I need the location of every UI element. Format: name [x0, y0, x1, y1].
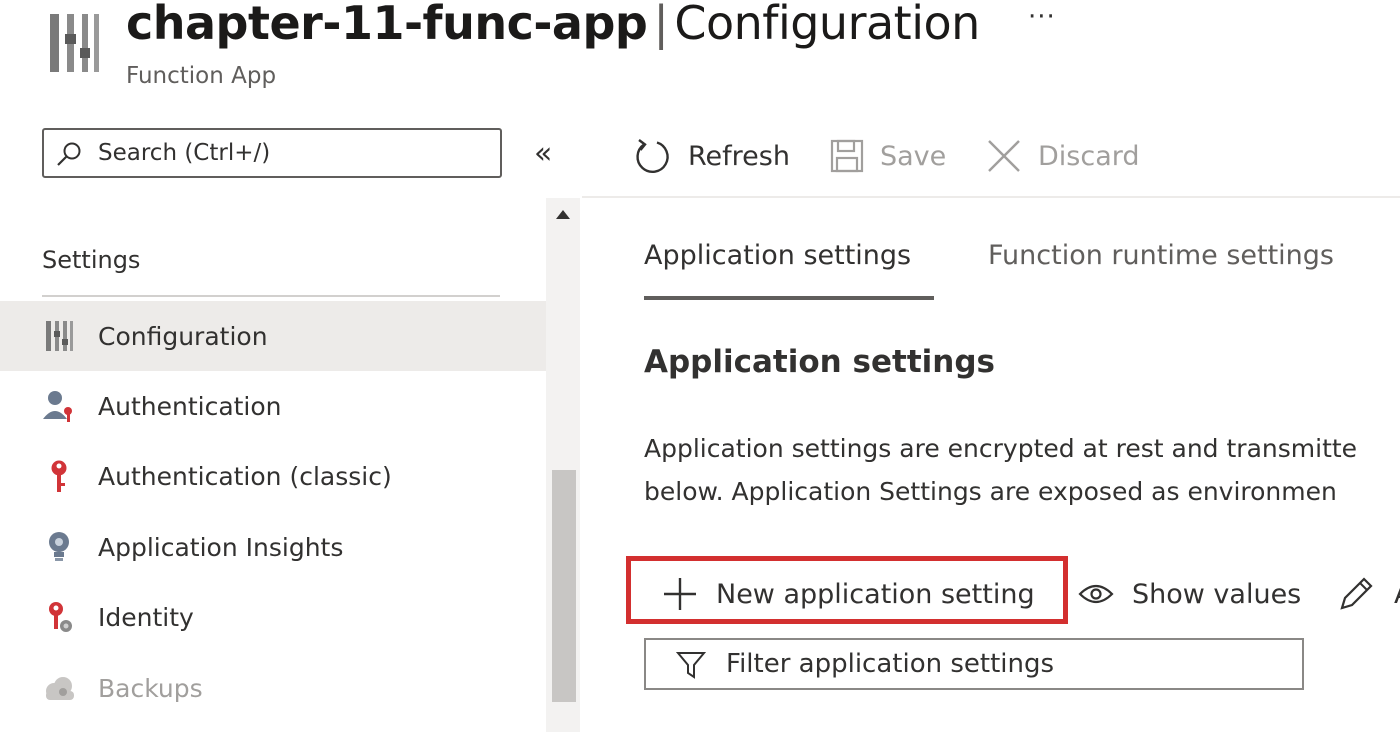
sidebar-group-divider — [42, 295, 500, 297]
sidebar-search-box[interactable] — [42, 128, 502, 178]
resource-type-label: Function App — [126, 63, 277, 89]
sidebar-item-label: Authentication (classic) — [98, 461, 392, 491]
save-icon — [830, 139, 864, 173]
user-key-icon — [42, 389, 76, 423]
sidebar-item-label: Backups — [98, 673, 203, 703]
sliders-icon — [42, 319, 76, 353]
refresh-button[interactable]: Refresh — [634, 133, 790, 179]
lightbulb-icon — [42, 530, 76, 564]
sidebar-item-authentication-classic[interactable]: Authentication (classic) — [0, 441, 546, 511]
save-label: Save — [880, 140, 947, 172]
plus-icon — [664, 578, 696, 610]
new-setting-label: New application setting — [716, 578, 1035, 610]
more-options-button[interactable]: ··· — [1028, 2, 1056, 32]
sidebar-item-label: Application Insights — [98, 532, 344, 562]
tab-function-runtime-settings[interactable]: Function runtime settings — [988, 240, 1334, 271]
sidebar-item-label: Configuration — [98, 321, 268, 351]
description-line: below. Application Settings are exposed … — [644, 477, 1337, 506]
title-separator: | — [653, 0, 669, 50]
show-values-button[interactable]: Show values — [1078, 570, 1301, 618]
sidebar-group-settings: Settings — [42, 246, 141, 274]
identity-key-icon — [42, 600, 76, 634]
refresh-icon — [636, 139, 669, 174]
new-application-setting-button[interactable]: New application setting — [662, 570, 1035, 618]
sidebar-item-authentication[interactable]: Authentication — [0, 371, 546, 441]
function-app-icon — [48, 12, 100, 74]
eye-icon — [1078, 584, 1114, 604]
advanced-edit-button[interactable]: A — [1336, 570, 1400, 618]
filter-icon — [676, 652, 706, 679]
tab-application-settings[interactable]: Application settings — [644, 240, 911, 271]
sidebar-item-backups[interactable]: Backups — [0, 653, 546, 723]
save-button[interactable]: Save — [830, 133, 946, 179]
sidebar-item-label: Identity — [98, 602, 194, 632]
active-tab-indicator — [644, 296, 934, 300]
section-description: Application settings are encrypted at re… — [644, 427, 1400, 513]
toolbar-divider — [582, 196, 1400, 198]
sidebar-item-application-insights[interactable]: Application Insights — [0, 512, 546, 582]
page-title: chapter-11-func-app | Configuration — [126, 0, 980, 50]
search-input[interactable] — [98, 130, 488, 176]
edit-label: A — [1394, 579, 1400, 610]
pencil-icon — [1340, 577, 1373, 610]
resource-name: chapter-11-func-app — [126, 0, 648, 50]
cloud-icon — [42, 671, 76, 705]
discard-button[interactable]: Discard — [986, 133, 1140, 179]
sidebar-item-configuration[interactable]: Configuration — [0, 301, 546, 371]
filter-input[interactable] — [726, 640, 1286, 688]
sidebar-scrollbar-thumb[interactable] — [552, 470, 576, 702]
discard-label: Discard — [1038, 140, 1140, 172]
close-icon — [988, 140, 1020, 172]
description-line: Application settings are encrypted at re… — [644, 434, 1358, 463]
blade-name: Configuration — [674, 0, 980, 50]
key-icon — [42, 459, 76, 493]
refresh-label: Refresh — [688, 140, 790, 172]
show-values-label: Show values — [1132, 578, 1302, 610]
collapse-sidebar-button[interactable]: « — [534, 136, 552, 171]
search-icon — [57, 142, 81, 166]
sidebar-item-identity[interactable]: Identity — [0, 582, 546, 652]
filter-settings-box[interactable] — [644, 638, 1304, 690]
sidebar-item-label: Authentication — [98, 391, 282, 421]
scroll-up-arrow-icon[interactable] — [556, 210, 570, 219]
section-title: Application settings — [644, 344, 995, 380]
